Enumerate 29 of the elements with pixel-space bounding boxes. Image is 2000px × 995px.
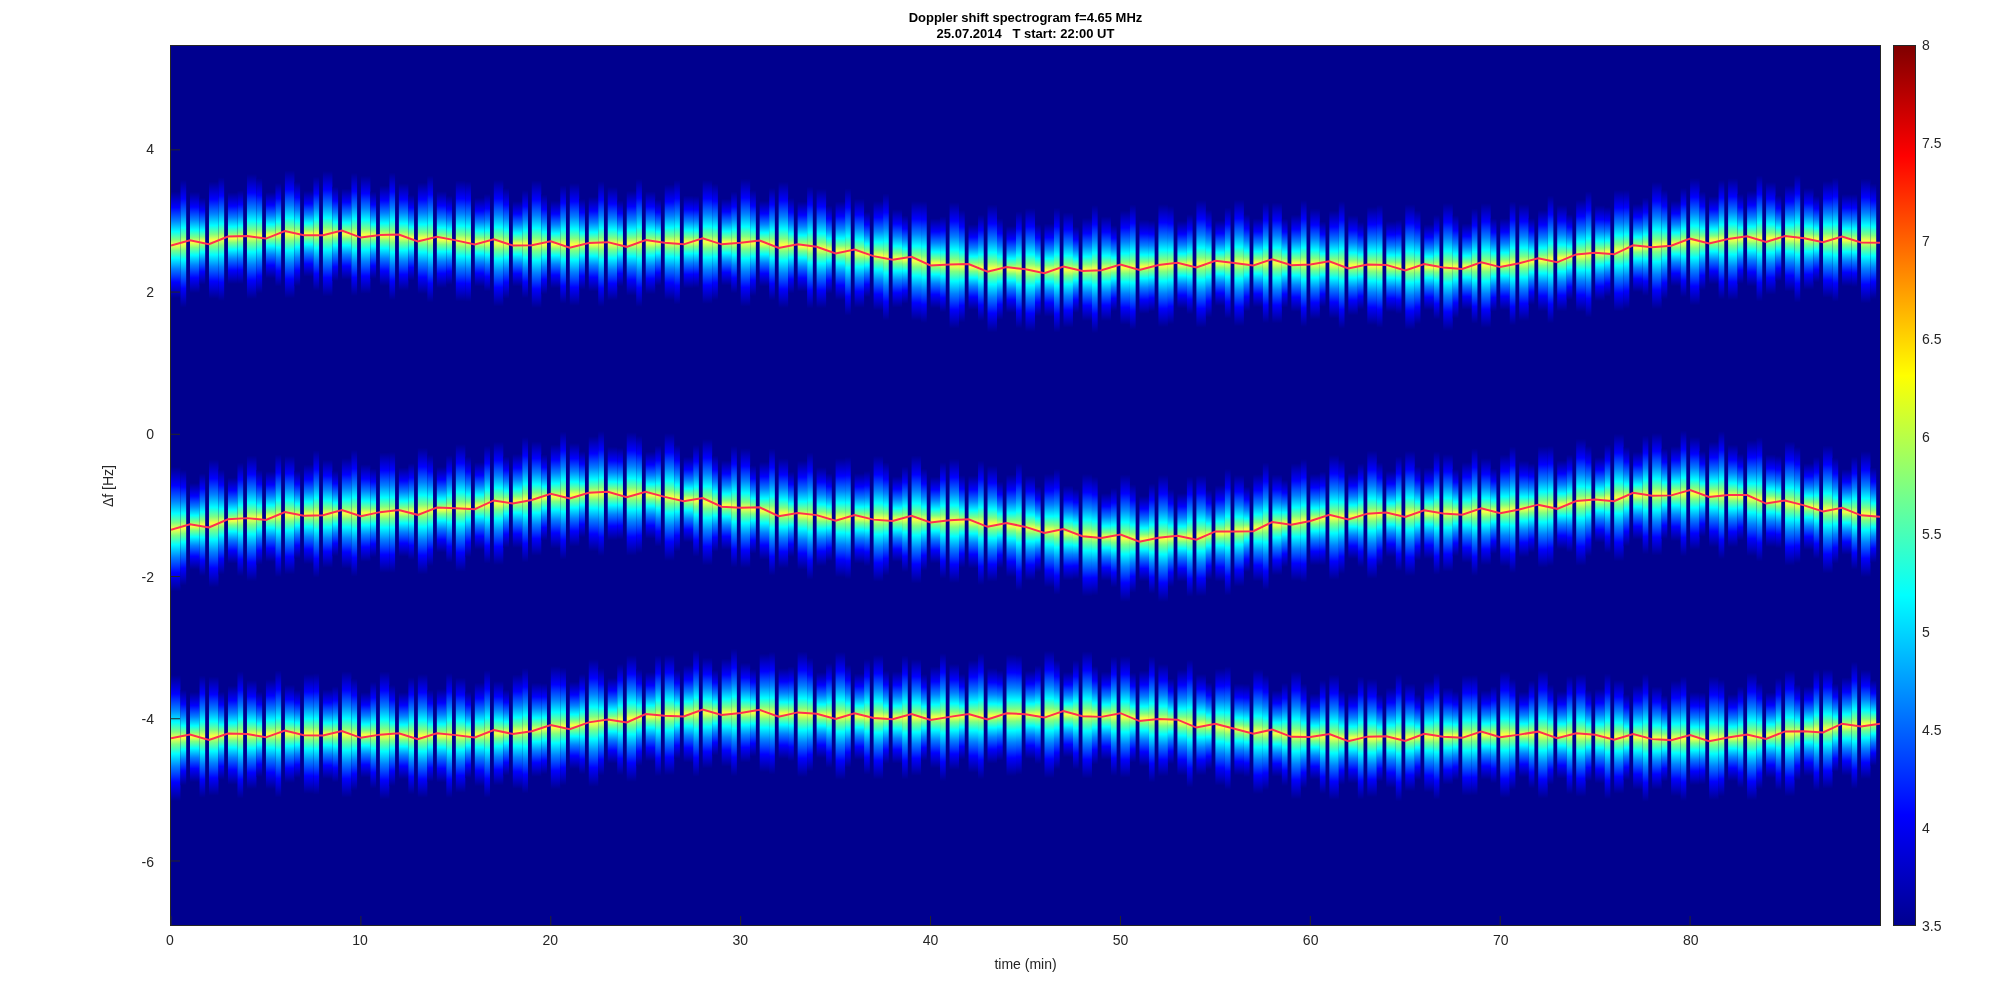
x-tick-label: 10 xyxy=(352,932,368,948)
chart-subtitle: 25.07.2014 T start: 22:00 UT xyxy=(936,26,1115,42)
x-tick-label: 0 xyxy=(166,932,174,948)
x-axis-label: time (min) xyxy=(994,956,1057,972)
colorbar-tick-label: 5 xyxy=(1922,624,1930,641)
y-tick-label: 4 xyxy=(146,141,154,158)
x-tick-label: 70 xyxy=(1493,932,1509,948)
colorbar-tick-label: 3.5 xyxy=(1922,918,1942,934)
x-tick-label: 60 xyxy=(1302,932,1319,948)
y-tick-label: 0 xyxy=(146,426,154,443)
colorbar-tick-label: 7.5 xyxy=(1922,134,1942,151)
chart-title: Doppler shift spectrogram f=4.65 MHz xyxy=(908,10,1143,26)
y-axis-label: Δf [Hz] xyxy=(100,464,116,507)
y-tick-label: -4 xyxy=(141,711,154,728)
colorbar-tick-label: 4.5 xyxy=(1922,722,1942,739)
colorbar-tick-label: 7 xyxy=(1922,232,1930,249)
y-tick-label: -2 xyxy=(141,568,154,585)
colorbar-tick-label: 5.5 xyxy=(1922,526,1942,543)
x-tick-label: 50 xyxy=(1112,932,1129,948)
colorbar-tick-label: 6 xyxy=(1922,428,1930,445)
colorbar-tick-label: 8 xyxy=(1922,37,1930,53)
x-tick-label: 40 xyxy=(922,932,939,948)
y-tick-label: -6 xyxy=(141,853,154,870)
y-tick-label: 2 xyxy=(146,283,154,300)
x-tick-label: 20 xyxy=(542,932,558,948)
x-tick-label: 30 xyxy=(732,932,749,948)
x-tick-label: 80 xyxy=(1683,932,1699,948)
colorbar-tick-label: 6.5 xyxy=(1922,330,1942,347)
colorbar-tick-label: 4 xyxy=(1922,820,1930,837)
